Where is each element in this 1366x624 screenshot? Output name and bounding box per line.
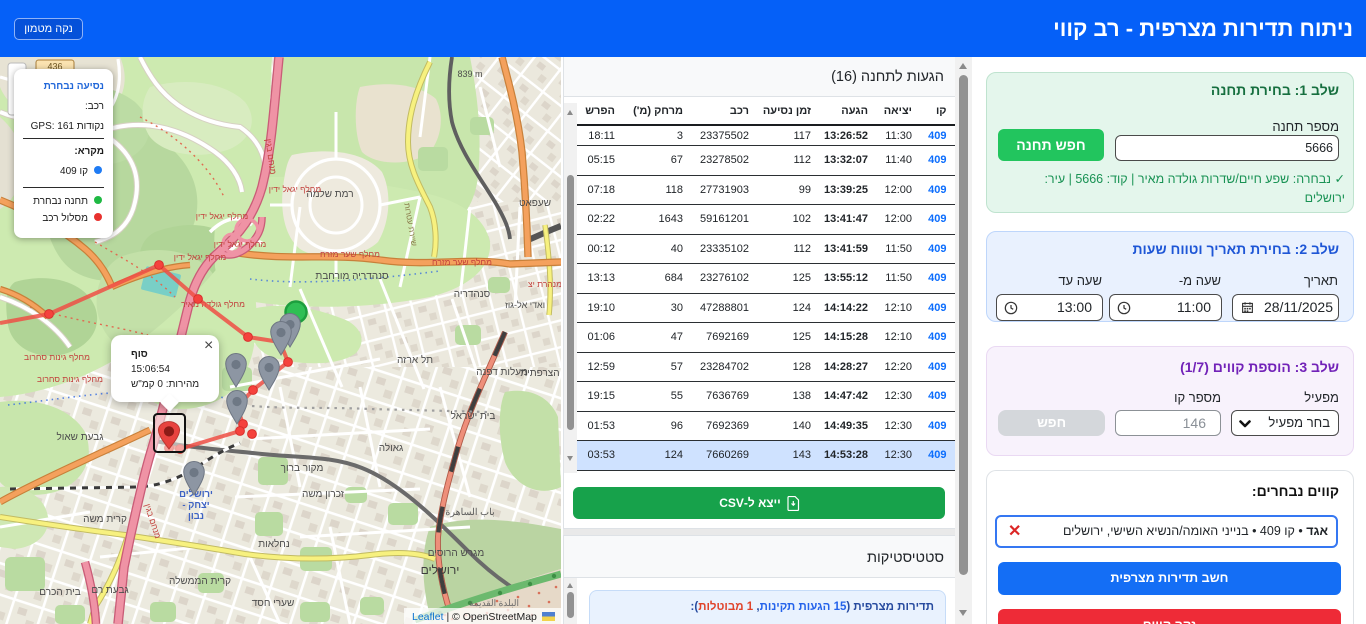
svg-text:גאולה: גאולה xyxy=(379,442,404,454)
svg-text:מחלף שער מזרח: מחלף שער מזרח xyxy=(320,249,380,259)
svg-text:باب الساهرة: باب الساهرة xyxy=(445,507,494,518)
svg-text:מחלף יגאל ידין: מחלף יגאל ידין xyxy=(174,252,227,262)
svg-text:נבון: נבון xyxy=(188,511,204,522)
svg-text:- יצחק: - יצחק xyxy=(182,500,209,511)
svg-text:נחלאות: נחלאות xyxy=(258,538,290,550)
svg-text:קרית משה: קרית משה xyxy=(83,514,127,525)
svg-text:הצרפתית: הצרפתית xyxy=(520,368,559,379)
svg-text:מחלף יגאל ידין: מחלף יגאל ידין xyxy=(196,211,249,221)
svg-text:סנהדריה: סנהדריה xyxy=(454,289,491,300)
svg-text:מחלף שער מזרח: מחלף שער מזרח xyxy=(432,257,492,267)
svg-text:גבעת רם: גבעת רם xyxy=(91,585,128,596)
svg-text:בית הכרם: בית הכרם xyxy=(39,587,80,598)
svg-text:ירושלים: ירושלים xyxy=(421,563,460,577)
svg-text:תל ארזה: תל ארזה xyxy=(397,354,433,366)
svg-text:מחלף גינות סחרוב: מחלף גינות סחרוב xyxy=(24,352,90,362)
svg-text:שערי חסד: שערי חסד xyxy=(252,598,295,609)
svg-text:ואדי אל-גוז: ואדי אל-גוז xyxy=(505,300,545,310)
svg-text:מגרש הרוסים: מגרש הרוסים xyxy=(428,548,485,559)
svg-text:סנהדריה מורחבת: סנהדריה מורחבת xyxy=(315,271,389,282)
svg-text:839 m: 839 m xyxy=(457,69,482,79)
svg-text:קרית הממשלה: קרית הממשלה xyxy=(169,575,231,587)
svg-text:מחלף יגאל ידין: מחלף יגאל ידין xyxy=(269,184,322,194)
svg-text:גבעת שאול: גבעת שאול xyxy=(57,431,104,443)
svg-text:שעפאט: שעפאט xyxy=(519,198,551,209)
svg-text:זכרון משה: זכרון משה xyxy=(302,489,345,500)
svg-text:מקור ברוך: מקור ברוך xyxy=(281,463,324,474)
svg-text:מחלף גינות סחרוב: מחלף גינות סחרוב xyxy=(37,374,103,384)
svg-text:البلدة القديمة: البلدة القديمة xyxy=(469,598,519,608)
svg-text:Leaflet | © OpenStreetMap: Leaflet | © OpenStreetMap xyxy=(412,611,537,623)
svg-text:מחלף גולדה מאיר: מחלף גולדה מאיר xyxy=(181,299,245,309)
svg-text:בית ישראל: בית ישראל xyxy=(451,410,496,422)
svg-text:מחלף יגאל ידין: מחלף יגאל ידין xyxy=(214,239,267,249)
svg-text:מנהרת יצ: מנהרת יצ xyxy=(528,279,561,289)
